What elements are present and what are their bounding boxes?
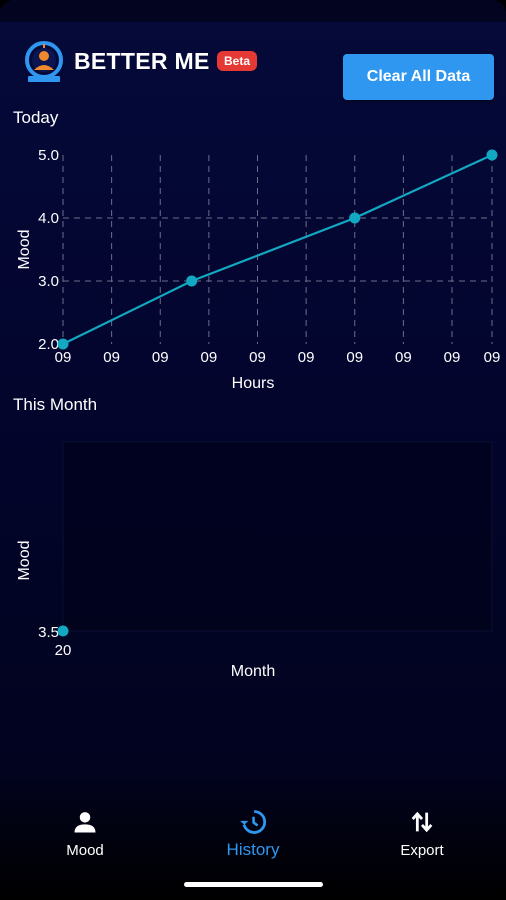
data-point: [57, 625, 69, 637]
beta-badge: Beta: [217, 51, 258, 71]
nav-label-mood: Mood: [66, 842, 104, 859]
today-chart: 2.0 3.0 4.0 5.0 09 09 09 09 09 09 09 09 09 09 Hours Moo…: [0, 135, 506, 395]
today-chart-svg: 2.03.04.05.009 09 09 09 09 09 09 09 09 09HoursMoo…: [16, 147, 501, 392]
x-tick-label: 09: [201, 349, 218, 366]
x-tick-label: 09: [55, 349, 72, 366]
x-tick-label: 09: [444, 349, 461, 366]
x-tick-label: 09: [249, 349, 266, 366]
data-point: [57, 338, 69, 350]
app-logo-icon: [25, 41, 63, 82]
bottom-navigation: Mood History Export: [0, 790, 506, 870]
app-screen: BETTER ME Beta Clear All Data Today 2.0 3…: [0, 0, 506, 900]
app-header: BETTER ME Beta Clear All Data: [0, 30, 506, 102]
x-tick-label: 09: [152, 349, 169, 366]
clear-all-data-button[interactable]: Clear All Data: [343, 54, 494, 100]
month-chart: 3.5 20 Month Mood: [0, 420, 506, 690]
nav-item-mood[interactable]: Mood: [25, 808, 145, 859]
nav-item-history[interactable]: History: [193, 808, 313, 860]
y-tick-label: 4.0: [38, 210, 59, 227]
status-bar: [0, 0, 506, 22]
x-tick-label: 09: [484, 349, 501, 366]
today-section-title: Today: [13, 108, 59, 127]
plot-area: [62, 441, 493, 632]
swap-vertical-icon: [411, 811, 433, 833]
data-point: [186, 275, 198, 287]
month-chart-svg: 3.520 Month Mood: [16, 441, 493, 680]
history-icon: [240, 810, 267, 834]
x-axis-label: Month: [231, 663, 275, 680]
home-indicator: [184, 882, 323, 887]
y-tick-label: 3.0: [38, 273, 59, 290]
data-point: [349, 212, 361, 224]
series-line: [62, 154, 493, 345]
x-tick-label: 09: [346, 349, 363, 366]
app-title: BETTER ME: [74, 48, 210, 74]
x-tick-label: 09: [298, 349, 315, 366]
y-axis-label: Mood: [16, 229, 33, 269]
x-tick-label: 20: [55, 642, 72, 659]
data-point: [486, 149, 498, 161]
nav-item-export[interactable]: Export: [362, 808, 482, 859]
nav-label-export: Export: [400, 842, 444, 859]
month-section-title: This Month: [13, 395, 98, 414]
y-tick-label: 5.0: [38, 147, 59, 164]
x-axis-label: Hours: [232, 375, 275, 392]
person-icon: [74, 812, 96, 833]
x-tick-label: 09: [103, 349, 120, 366]
y-axis-label: Mood: [16, 540, 33, 580]
x-tick-label: 09: [395, 349, 412, 366]
nav-label-history: History: [226, 840, 280, 859]
y-tick-label: 3.5: [38, 624, 59, 641]
